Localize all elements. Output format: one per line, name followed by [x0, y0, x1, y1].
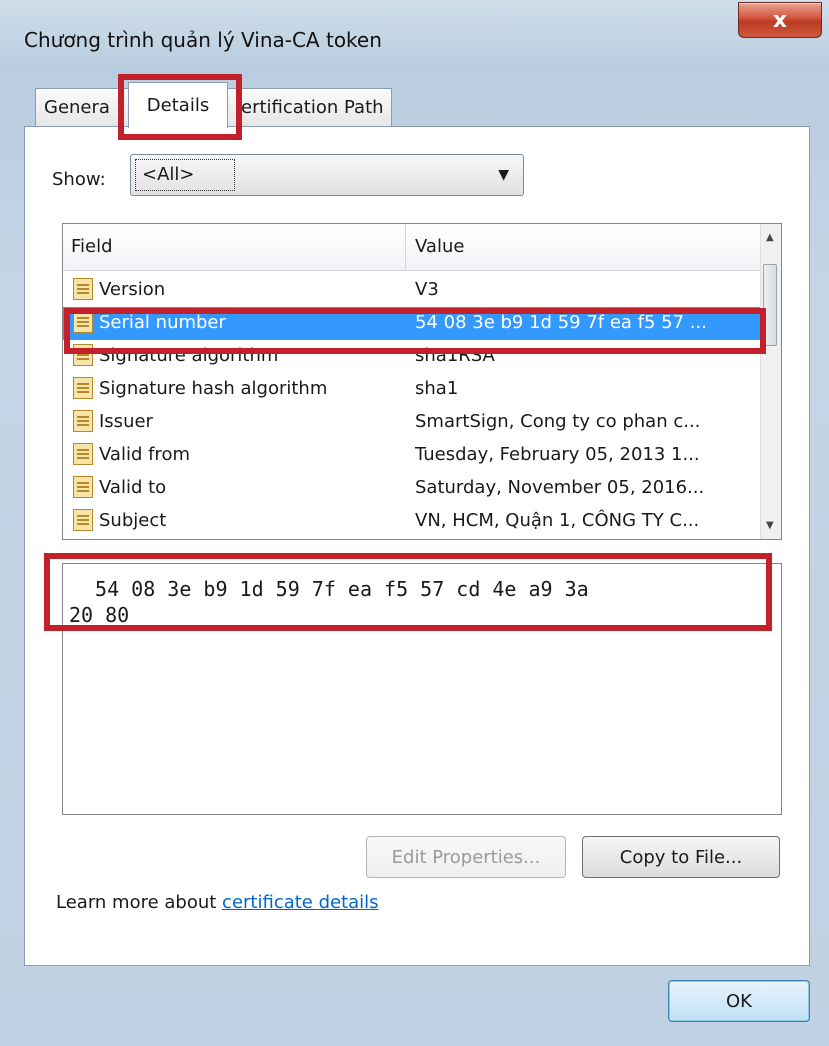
column-header-value[interactable]: Value: [415, 236, 464, 257]
field-value: sha1: [415, 378, 459, 399]
list-row-signature-hash-algorithm[interactable]: Signature hash algorithm sha1: [63, 373, 763, 406]
list-row-valid-from[interactable]: Valid from Tuesday, February 05, 2013 1.…: [63, 439, 763, 472]
field-value: 54 08 3e b9 1d 59 7f ea f5 57 ...: [415, 312, 707, 333]
field-value: VN, HCM, Quận 1, CÔNG TY C...: [415, 510, 700, 531]
list-row-issuer[interactable]: Issuer SmartSign, Cong ty co phan c...: [63, 406, 763, 439]
certificate-details-link[interactable]: certificate details: [222, 892, 379, 913]
field-name: Issuer: [99, 411, 153, 432]
column-header-field[interactable]: Field: [71, 236, 113, 257]
field-name: Version: [99, 279, 166, 300]
list-row-subject[interactable]: Subject VN, HCM, Quận 1, CÔNG TY C...: [63, 505, 763, 538]
field-value: Tuesday, February 05, 2013 1...: [415, 444, 700, 465]
field-name: Subject: [99, 510, 167, 531]
field-name: Valid to: [99, 477, 167, 498]
field-list[interactable]: Field Value Version V3 Serial number 54 …: [62, 223, 782, 540]
list-scrollbar[interactable]: ▲ ▼: [760, 224, 781, 539]
tab-certification-path[interactable]: ertification Path: [224, 88, 392, 126]
show-dropdown[interactable]: <All> ▼: [130, 154, 524, 196]
certificate-field-icon: [73, 509, 93, 531]
certificate-field-icon: [73, 311, 93, 333]
certificate-field-icon: [73, 410, 93, 432]
certificate-field-icon: [73, 377, 93, 399]
copy-to-file-label: Copy to File...: [619, 846, 743, 868]
field-value: sha1RSA: [415, 345, 495, 366]
field-name: Serial number: [99, 312, 226, 333]
scroll-thumb[interactable]: [763, 264, 777, 346]
field-value: V3: [415, 279, 439, 300]
detail-line-1: 54 08 3e b9 1d 59 7f ea f5 57 cd 4e a9 3…: [83, 577, 589, 601]
tab-certification-path-label: ertification Path: [241, 97, 384, 118]
field-value: Saturday, November 05, 2016...: [415, 477, 705, 498]
learn-more-text: Learn more about certificate details: [56, 892, 379, 913]
certificate-field-icon: [73, 278, 93, 300]
list-row-version[interactable]: Version V3: [63, 274, 763, 307]
title-bar: Chương trình quản lý Vina-CA token x: [0, 0, 829, 86]
certificate-field-icon: [73, 344, 93, 366]
tab-general-label: Genera: [44, 97, 110, 118]
tab-general[interactable]: Genera: [35, 88, 131, 126]
ok-button[interactable]: OK: [668, 980, 810, 1022]
certificate-dialog: Chương trình quản lý Vina-CA token x Gen…: [0, 0, 829, 1046]
certificate-field-icon: [73, 443, 93, 465]
field-detail-textbox[interactable]: 54 08 3e b9 1d 59 7f ea f5 57 cd 4e a9 3…: [62, 563, 782, 815]
list-row-serial-number[interactable]: Serial number 54 08 3e b9 1d 59 7f ea f5…: [63, 307, 763, 340]
list-row-signature-algorithm[interactable]: Signature algorithm sha1RSA: [63, 340, 763, 373]
chevron-down-icon: ▼: [498, 167, 509, 183]
field-name: Valid from: [99, 444, 190, 465]
field-name: Signature algorithm: [99, 345, 279, 366]
tab-details-label: Details: [146, 95, 210, 116]
scroll-down-icon[interactable]: ▼: [766, 520, 774, 531]
close-button[interactable]: x: [738, 2, 822, 38]
edit-properties-button[interactable]: Edit Properties...: [366, 836, 566, 878]
learn-more-prefix: Learn more about: [56, 892, 223, 913]
close-icon: x: [772, 7, 788, 33]
certificate-field-icon: [73, 476, 93, 498]
field-name: Signature hash algorithm: [99, 378, 328, 399]
list-row-valid-to[interactable]: Valid to Saturday, November 05, 2016...: [63, 472, 763, 505]
detail-line-2: 20 80: [69, 603, 130, 627]
field-value: SmartSign, Cong ty co phan c...: [415, 411, 701, 432]
column-divider[interactable]: [405, 224, 406, 270]
copy-to-file-button[interactable]: Copy to File...: [582, 836, 780, 878]
show-dropdown-value: <All>: [135, 159, 235, 191]
edit-properties-label: Edit Properties...: [391, 846, 541, 868]
list-header: Field Value: [63, 224, 763, 271]
show-label: Show:: [52, 169, 106, 190]
ok-label: OK: [726, 990, 752, 1012]
tab-details[interactable]: Details: [128, 82, 228, 128]
window-title: Chương trình quản lý Vina-CA token: [24, 28, 382, 52]
scroll-up-icon[interactable]: ▲: [766, 232, 774, 243]
